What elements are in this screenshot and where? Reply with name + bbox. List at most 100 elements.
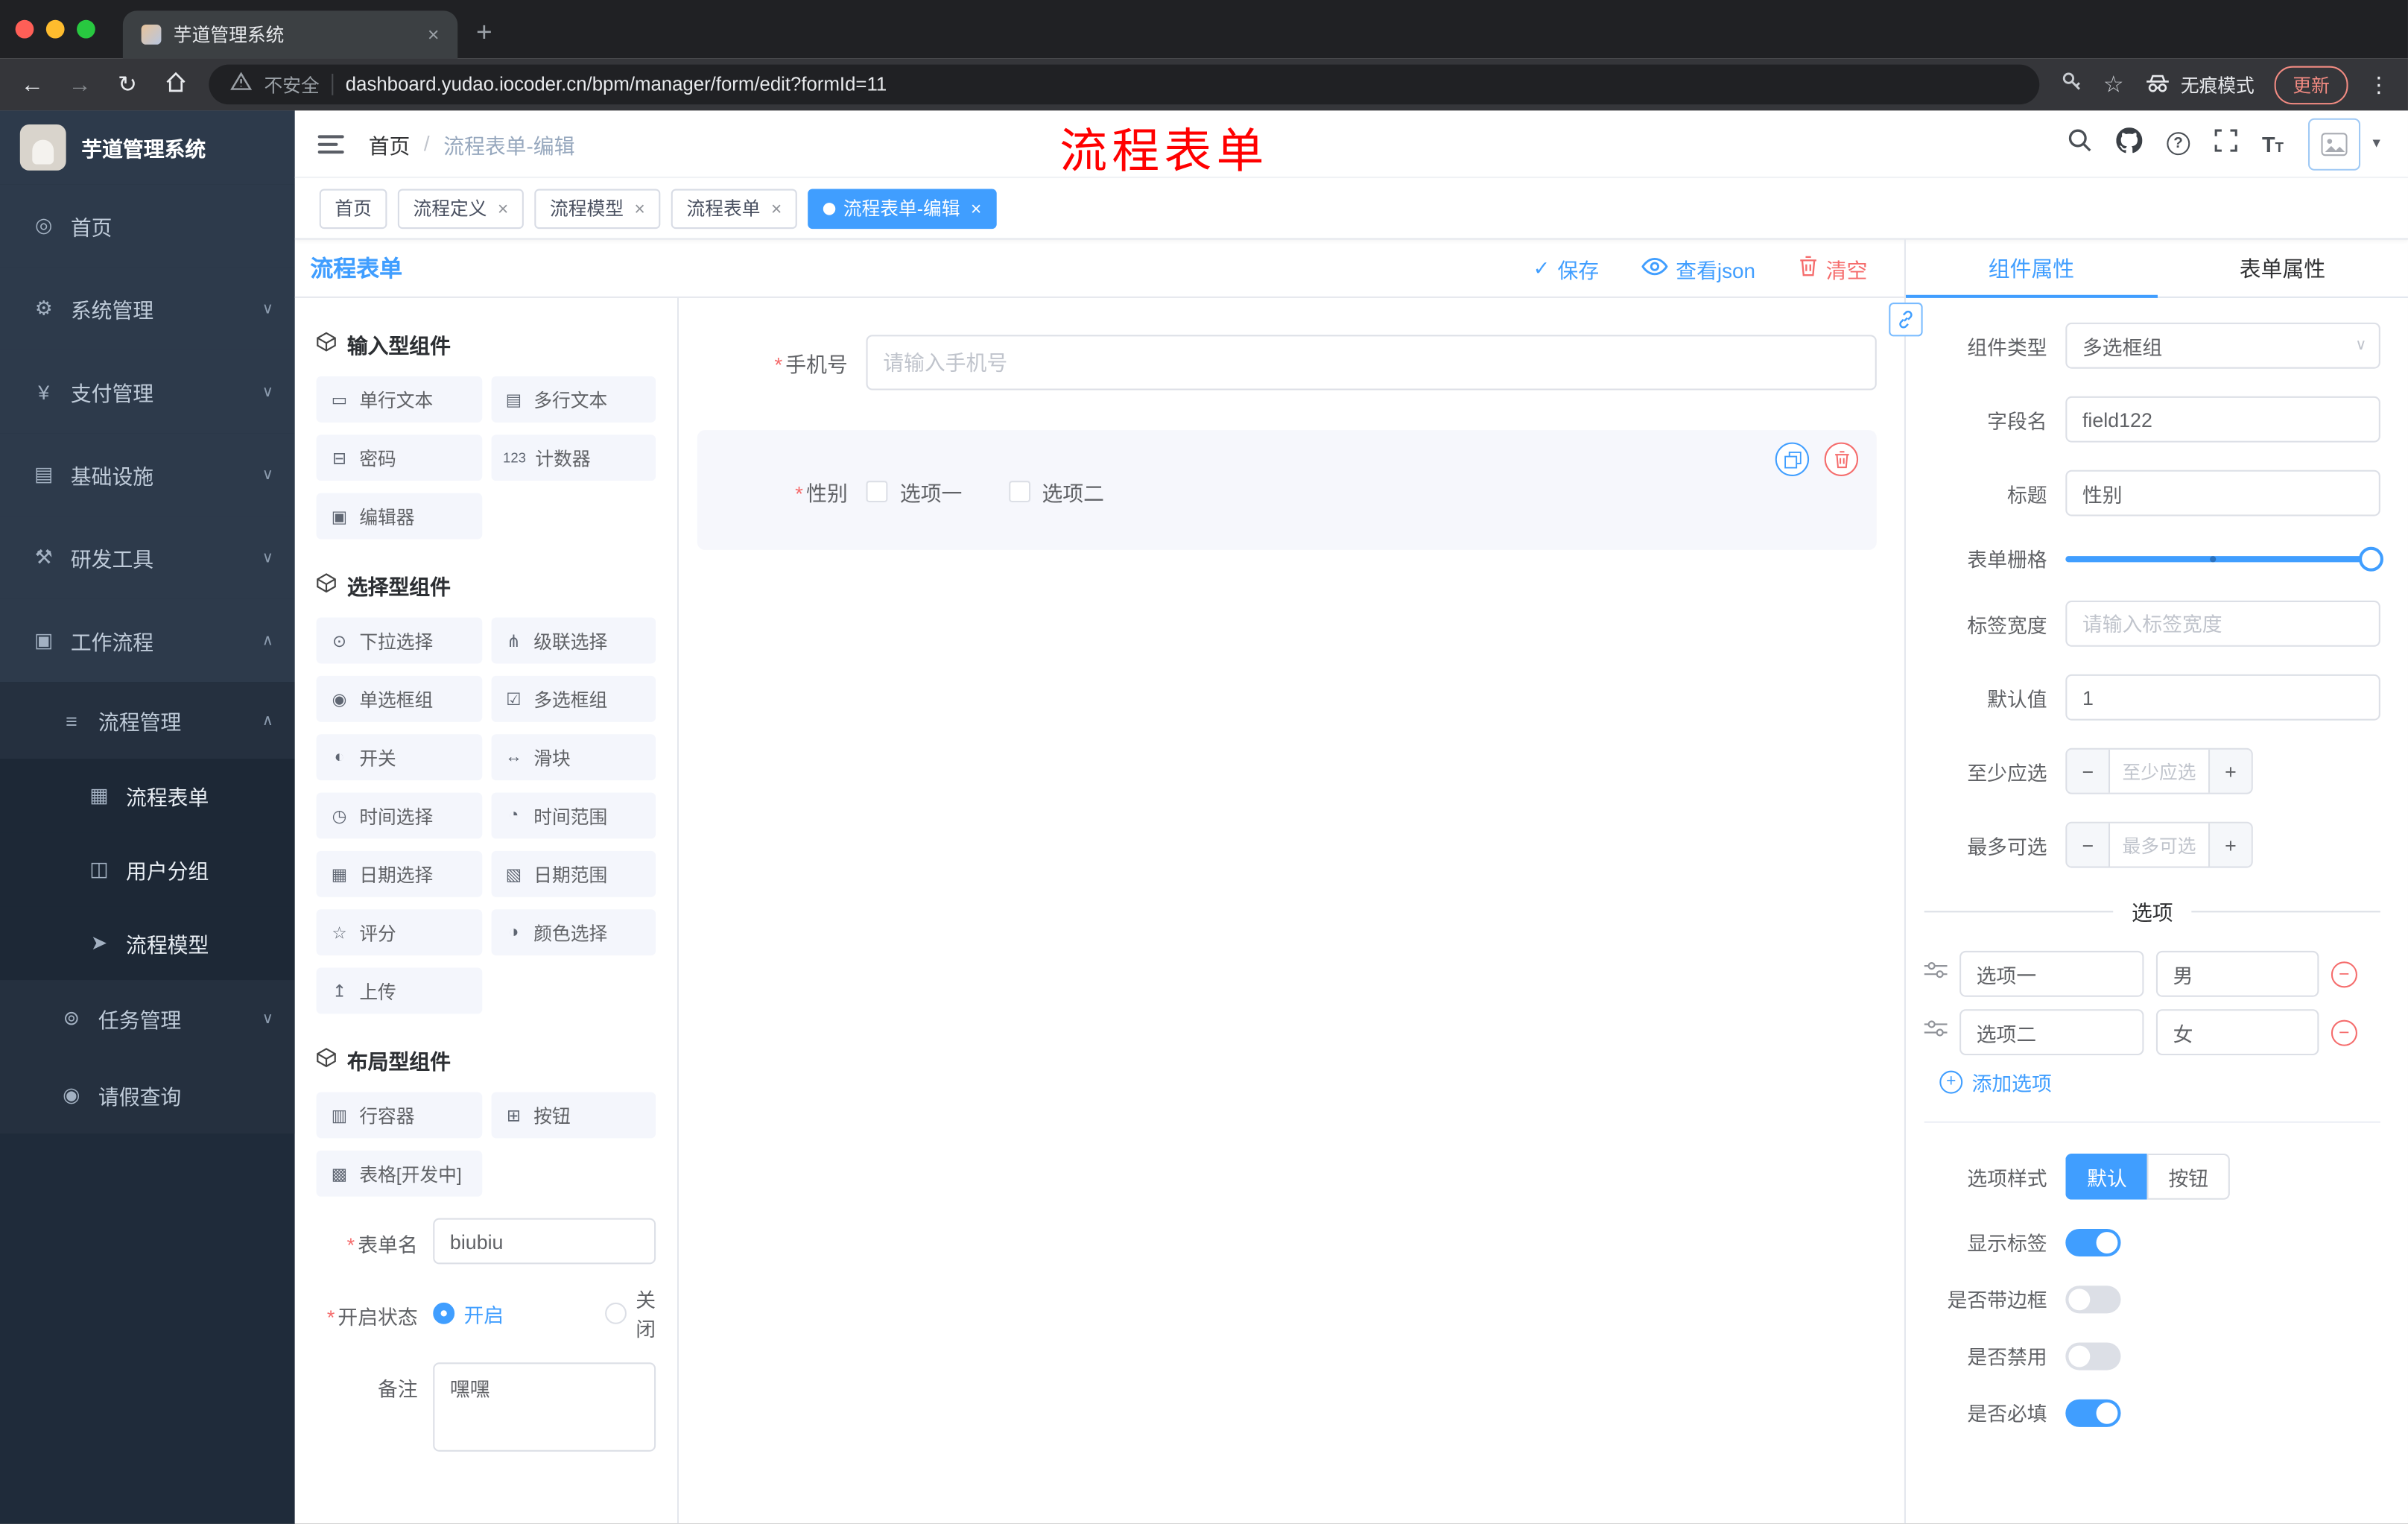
form-name-input[interactable] — [433, 1218, 656, 1265]
selected-widget-gender[interactable]: * 性别 选项一 选项二 — [697, 430, 1877, 550]
search-icon[interactable] — [2067, 127, 2091, 159]
tag-home[interactable]: 首页 — [319, 188, 387, 229]
password-key-icon[interactable] — [2059, 69, 2083, 101]
tag-process-form-edit[interactable]: 流程表单-编辑 × — [808, 188, 997, 229]
palette-item-single-line-text[interactable]: ▭ 单行文本 — [316, 376, 482, 423]
close-icon[interactable]: × — [498, 197, 508, 219]
breadcrumb-home[interactable]: 首页 — [369, 128, 411, 159]
palette-item-switch[interactable]: ◐ 开关 — [316, 734, 482, 781]
security-label[interactable]: 不安全 — [264, 72, 320, 98]
remove-option-button[interactable]: − — [2331, 961, 2357, 987]
font-size-icon[interactable]: TT — [2262, 131, 2284, 156]
palette-item-counter[interactable]: 123 计数器 — [490, 434, 656, 481]
minimize-window-button[interactable] — [45, 19, 65, 39]
help-icon[interactable]: ? — [2167, 132, 2190, 156]
save-button[interactable]: ✓ 保存 — [1533, 253, 1599, 283]
new-tab-button[interactable]: + — [476, 17, 492, 49]
phone-field-row[interactable]: * 手机号 — [697, 335, 1877, 391]
palette-item-select[interactable]: ⊙ 下拉选择 — [316, 617, 482, 664]
component-type-select[interactable]: 多选框组 ∨ — [2065, 322, 2380, 369]
palette-item-button[interactable]: ⊞ 按钮 — [490, 1092, 656, 1139]
caret-down-icon[interactable]: ▾ — [2372, 135, 2380, 152]
close-tab-icon[interactable]: × — [428, 23, 440, 46]
url-text[interactable]: dashboard.yudao.iocoder.cn/bpm/manager/f… — [346, 74, 887, 95]
palette-item-editor[interactable]: ▣ 编辑器 — [316, 493, 482, 540]
home-icon[interactable] — [161, 70, 188, 99]
tab-component-props[interactable]: 组件属性 — [1905, 240, 2157, 298]
increase-button[interactable]: + — [2208, 823, 2252, 867]
required-switch[interactable] — [2065, 1398, 2121, 1426]
tag-process-model[interactable]: 流程模型 × — [534, 188, 661, 229]
tag-process-definition[interactable]: 流程定义 × — [397, 188, 524, 229]
min-select-value[interactable]: 至少应选 — [2110, 749, 2209, 793]
palette-item-radio-group[interactable]: ◉ 单选框组 — [316, 675, 482, 722]
palette-item-color-picker[interactable]: ◑ 颜色选择 — [490, 909, 656, 956]
form-canvas[interactable]: *手机号 *性别 选项一 — [679, 298, 1904, 1524]
button-style-button[interactable]: 按钮 — [2146, 1153, 2230, 1200]
status-on-radio[interactable]: 开启 — [433, 1299, 571, 1328]
option-label-input-2[interactable] — [1959, 1009, 2144, 1056]
clear-button[interactable]: 清空 — [1799, 253, 1867, 283]
status-off-radio[interactable]: 关闭 — [605, 1284, 656, 1342]
sidebar-item-payment[interactable]: ¥ 支付管理 ∨ — [0, 350, 295, 434]
close-icon[interactable]: × — [634, 197, 644, 219]
field-name-input[interactable] — [2065, 396, 2380, 443]
border-switch[interactable] — [2065, 1285, 2121, 1313]
sidebar-item-process-form[interactable]: ▦ 流程表单 — [0, 759, 295, 833]
reload-icon[interactable]: ↻ — [114, 71, 142, 98]
drag-handle-icon[interactable] — [1924, 960, 1948, 987]
show-label-switch[interactable] — [2065, 1227, 2121, 1256]
add-option-button[interactable]: + 添加选项 — [1939, 1068, 2380, 1097]
sidebar-item-leave-query[interactable]: ◉ 请假查询 — [0, 1057, 295, 1134]
phone-input[interactable] — [866, 335, 1877, 391]
max-select-value[interactable]: 最多可选 — [2110, 823, 2209, 867]
palette-item-row-container[interactable]: ▥ 行容器 — [316, 1092, 482, 1139]
palette-item-rate[interactable]: ☆ 评分 — [316, 909, 482, 956]
palette-item-upload[interactable]: ↥ 上传 — [316, 967, 482, 1014]
palette-item-time-range[interactable]: ◔ 时间范围 — [490, 792, 656, 839]
label-width-input[interactable] — [2065, 600, 2380, 647]
close-window-button[interactable] — [15, 19, 34, 39]
sidebar-item-workflow[interactable]: ▣ 工作流程 ∧ — [0, 598, 295, 683]
bookmark-star-icon[interactable]: ☆ — [2103, 71, 2124, 98]
option-value-input-1[interactable] — [2155, 950, 2319, 997]
palette-item-date-picker[interactable]: ▦ 日期选择 — [316, 850, 482, 897]
default-value-input[interactable] — [2065, 674, 2380, 721]
palette-item-multi-line-text[interactable]: ▤ 多行文本 — [490, 376, 656, 423]
palette-item-date-range[interactable]: ▧ 日期范围 — [490, 850, 656, 897]
hamburger-icon[interactable] — [317, 134, 344, 154]
address-bar[interactable]: 不安全 dashboard.yudao.iocoder.cn/bpm/manag… — [209, 64, 2039, 105]
palette-item-slider[interactable]: ↔ 滑块 — [490, 734, 656, 781]
gender-option-2-checkbox[interactable]: 选项二 — [1008, 476, 1104, 507]
update-button[interactable]: 更新 — [2274, 65, 2348, 104]
zoom-window-button[interactable] — [77, 19, 95, 39]
tag-process-form[interactable]: 流程表单 × — [671, 188, 797, 229]
forward-icon[interactable]: → — [66, 72, 94, 98]
default-style-button[interactable]: 默认 — [2065, 1153, 2147, 1200]
decrease-button[interactable]: − — [2067, 749, 2111, 793]
tab-form-props[interactable]: 表单属性 — [2157, 240, 2408, 297]
link-icon[interactable] — [1889, 303, 1923, 337]
close-icon[interactable]: × — [771, 197, 782, 219]
sidebar-item-home[interactable]: ◎ 首页 — [0, 184, 295, 268]
back-icon[interactable]: ← — [19, 72, 46, 98]
sidebar-item-devtools[interactable]: ⚒ 研发工具 ∨ — [0, 516, 295, 599]
decrease-button[interactable]: − — [2067, 823, 2111, 867]
sidebar-item-user-group[interactable]: ◫ 用户分组 — [0, 832, 295, 907]
github-icon[interactable] — [2116, 127, 2143, 160]
browser-tab[interactable]: 芋道管理系统 × — [122, 10, 458, 59]
title-input[interactable] — [2065, 469, 2380, 516]
copy-widget-button[interactable] — [1775, 442, 1810, 476]
disabled-switch[interactable] — [2065, 1341, 2121, 1370]
avatar[interactable] — [2307, 117, 2360, 170]
sidebar-item-process-management[interactable]: ≡ 流程管理 ∧ — [0, 682, 295, 759]
palette-item-time-picker[interactable]: ◷ 时间选择 — [316, 792, 482, 839]
sidebar-logo[interactable]: 芋道管理系统 — [0, 110, 295, 185]
increase-button[interactable]: + — [2208, 749, 2252, 793]
remove-option-button[interactable]: − — [2331, 1019, 2357, 1046]
palette-item-checkbox-group[interactable]: ☑ 多选框组 — [490, 675, 656, 722]
sidebar-item-infrastructure[interactable]: ▤ 基础设施 ∨ — [0, 433, 295, 516]
form-grid-slider[interactable] — [2065, 546, 2383, 571]
browser-menu-icon[interactable]: ⋮ — [2368, 72, 2389, 98]
palette-item-table[interactable]: ▩ 表格[开发中] — [316, 1150, 482, 1197]
